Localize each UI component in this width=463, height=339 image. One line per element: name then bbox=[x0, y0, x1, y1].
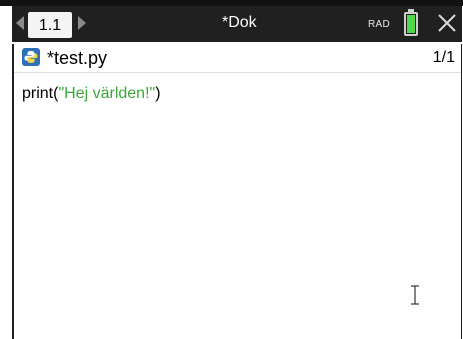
document-title: *Dok bbox=[222, 14, 257, 31]
code-line[interactable]: print("Hej världen!") bbox=[22, 85, 161, 103]
page-tab[interactable]: 1.1 bbox=[28, 12, 72, 38]
page-tab-label: 1.1 bbox=[38, 17, 62, 34]
text-cursor-icon bbox=[411, 285, 419, 305]
battery-icon bbox=[404, 12, 418, 36]
code-string-literal: "Hej världen!" bbox=[58, 85, 156, 102]
top-bar: 1.1 *Dok RAD bbox=[12, 6, 462, 42]
code-editor[interactable]: print("Hej världen!") bbox=[14, 73, 461, 339]
close-icon[interactable] bbox=[436, 10, 458, 36]
angle-mode-indicator: RAD bbox=[368, 19, 391, 30]
code-closing-paren: ) bbox=[155, 85, 161, 102]
file-name: *test.py bbox=[47, 48, 108, 68]
page-indicator: 1/1 bbox=[432, 49, 455, 66]
previous-page-arrow-icon[interactable] bbox=[16, 16, 24, 30]
next-page-arrow-icon[interactable] bbox=[78, 16, 86, 30]
code-function: print( bbox=[22, 85, 59, 102]
python-icon bbox=[22, 48, 40, 66]
file-header: *test.py 1/1 bbox=[14, 42, 461, 73]
battery-level bbox=[407, 15, 415, 33]
